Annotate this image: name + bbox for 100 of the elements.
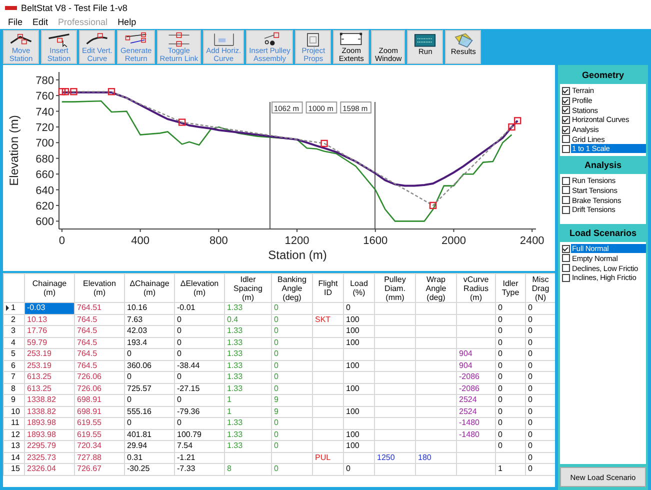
tick-label: 680 xyxy=(36,153,54,166)
table-cell: 10.13 xyxy=(24,314,74,326)
table-cell: 401.81 xyxy=(124,429,174,440)
table-cell: 904 xyxy=(456,348,496,360)
menu-item[interactable]: Edit xyxy=(32,17,48,27)
table-cell: SKT xyxy=(312,314,344,326)
table-cell: 42.03 xyxy=(124,326,174,337)
table-cell: 0 xyxy=(174,348,224,360)
table-cell: 59.79 xyxy=(24,337,74,348)
table-cell: 0 xyxy=(496,440,526,452)
row-header[interactable]: 15 xyxy=(4,464,24,475)
table-cell: 100 xyxy=(344,440,374,452)
tick-label: 1600 xyxy=(363,235,388,247)
table-cell: 1.33 xyxy=(224,326,272,337)
table-cell: 1 xyxy=(224,406,272,418)
column-header: vCurve Radius (m) xyxy=(456,274,496,302)
table-cell: 727.88 xyxy=(74,452,124,464)
table-cell: 1250 xyxy=(374,452,416,464)
row-header[interactable]: 7 xyxy=(4,372,24,383)
table-cell: 2524 xyxy=(456,394,496,406)
section-title: Geometry xyxy=(580,69,626,81)
table-cell: 100 xyxy=(344,337,374,348)
table-cell: 0 xyxy=(124,394,174,406)
row-header[interactable]: 3 xyxy=(4,326,24,337)
table-cell: 253.19 xyxy=(24,348,74,360)
table-cell: 29.94 xyxy=(124,440,174,452)
table-cell: 180 xyxy=(416,452,456,464)
table-cell: -2086 xyxy=(456,372,496,383)
table-cell: 0 xyxy=(496,348,526,360)
table-cell: -1.21 xyxy=(174,452,224,464)
table-cell: 0 xyxy=(526,348,555,360)
row-header[interactable]: 12 xyxy=(4,429,24,440)
table-cell: -38.44 xyxy=(174,360,224,372)
row-header[interactable]: 11 xyxy=(4,418,24,429)
menu-item[interactable]: File xyxy=(8,17,23,27)
table-cell: 0 xyxy=(526,418,555,429)
window-title: BeltStat V8 - Test File 1-v8 xyxy=(21,2,128,12)
table-cell: 9 xyxy=(272,394,312,406)
table-cell: 0 xyxy=(496,429,526,440)
table-cell: -1480 xyxy=(456,429,496,440)
table-cell: 2295.79 xyxy=(24,440,74,452)
table-cell: 0 xyxy=(526,452,555,464)
row-header[interactable]: 10 xyxy=(4,406,24,418)
table-cell: -0.01 xyxy=(174,302,224,314)
table-cell: 0 xyxy=(272,372,312,383)
row-header[interactable]: 2 xyxy=(4,314,24,326)
table-cell: 0 xyxy=(272,383,312,394)
table-cell: 0 xyxy=(344,464,374,475)
table-cell: 0 xyxy=(272,326,312,337)
column-header: Elevation (m) xyxy=(74,274,124,302)
table-cell: 0 xyxy=(174,314,224,326)
section-title: Analysis xyxy=(583,158,623,171)
axis-title: Station (m) xyxy=(268,248,327,262)
table-cell: 2325.73 xyxy=(24,452,74,464)
table-cell: 0 xyxy=(496,314,526,326)
table-cell: 1893.98 xyxy=(24,418,74,429)
row-header[interactable]: 8 xyxy=(4,383,24,394)
tick-label: 640 xyxy=(36,184,54,197)
tick-label: 620 xyxy=(36,200,54,212)
table-cell: 1.33 xyxy=(224,337,272,348)
row-header[interactable]: 5 xyxy=(4,348,24,360)
table-cell: 0 xyxy=(496,406,526,418)
column-header: Pulley Diam. (mm) xyxy=(374,274,416,302)
section-title: Load Scenarios xyxy=(568,226,638,239)
table-cell: 9 xyxy=(272,406,312,418)
row-header[interactable]: 14 xyxy=(4,452,24,464)
table-cell: 0 xyxy=(496,372,526,383)
table-cell: 7.54 xyxy=(174,440,224,452)
column-header: Banking Angle (deg) xyxy=(272,274,312,302)
table-cell: 764.51 xyxy=(74,302,124,314)
table-cell: 253.19 xyxy=(24,360,74,372)
menu-item[interactable]: Help xyxy=(118,17,136,27)
tick-label: 400 xyxy=(131,235,150,247)
table-cell: PUL xyxy=(312,452,344,464)
row-header[interactable]: 9 xyxy=(4,394,24,406)
row-header[interactable]: 13 xyxy=(4,440,24,452)
table-cell: 100 xyxy=(344,429,374,440)
tick-label: 800 xyxy=(209,235,228,247)
table-cell: 0 xyxy=(526,406,555,418)
table-cell: -79.36 xyxy=(174,406,224,418)
tick-label: 0 xyxy=(58,235,65,247)
table-cell: 0 xyxy=(496,360,526,372)
table-cell: 619.55 xyxy=(74,429,124,440)
table-cell: 1.33 xyxy=(224,440,272,452)
tick-label: 740 xyxy=(36,106,54,118)
row-header[interactable]: 6 xyxy=(4,360,24,372)
row-header[interactable]: 4 xyxy=(4,337,24,348)
table-cell: 0 xyxy=(124,372,174,383)
table-cell: 0 xyxy=(272,360,312,372)
table-cell: 0 xyxy=(272,337,312,348)
table-cell: 100 xyxy=(344,314,374,326)
table-cell: 0 xyxy=(526,326,555,337)
table-cell: 726.06 xyxy=(74,372,124,383)
table-cell: -30.25 xyxy=(124,464,174,475)
row-header[interactable]: 1 xyxy=(4,302,24,314)
table-cell: 0 xyxy=(272,302,312,314)
table-cell: 764.5 xyxy=(74,360,124,372)
table-cell: 1.33 xyxy=(224,372,272,383)
tick-label: 660 xyxy=(36,169,54,182)
table-cell: 0 xyxy=(174,326,224,337)
